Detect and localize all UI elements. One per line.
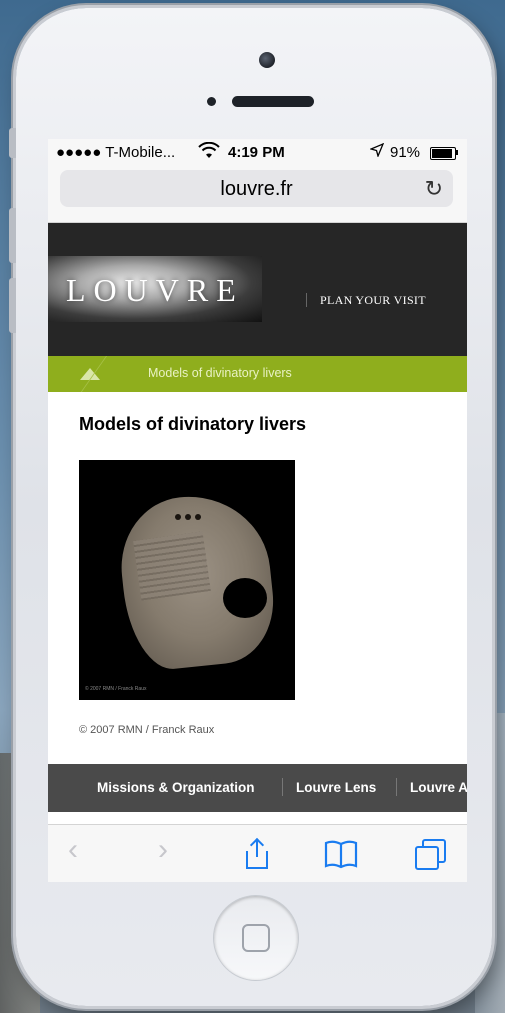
footer-link-louvre-abu-dhabi[interactable]: Louvre A xyxy=(410,780,467,795)
logo-text: LOUVRE xyxy=(66,272,244,308)
breadcrumb-current: Models of divinatory livers xyxy=(148,366,292,380)
battery-tip xyxy=(456,150,458,155)
battery-percent: 91% xyxy=(390,144,421,161)
clock: 4:19 PM xyxy=(228,144,285,161)
tablet-hole xyxy=(175,514,181,520)
phone-screen: ●●●●● T-Mobile... 4:19 PM 91% louvre.fr … xyxy=(48,139,467,882)
battery-fill xyxy=(432,149,453,158)
tablet-hole xyxy=(185,514,191,520)
wifi-icon xyxy=(198,141,220,164)
footer-nav: Missions & Organization Louvre Lens Louv… xyxy=(48,764,467,812)
tabs-icon-front xyxy=(415,846,439,870)
artwork-image[interactable]: © 2007 RMN / Franck Raux xyxy=(79,460,295,700)
tabs-icon[interactable] xyxy=(412,837,446,871)
reload-icon[interactable]: ↻ xyxy=(425,176,443,202)
battery-icon xyxy=(430,147,456,160)
footer-divider xyxy=(396,778,397,796)
address-bar-container: louvre.fr ↻ xyxy=(48,166,467,223)
location-arrow-icon xyxy=(369,142,385,161)
artwork-credit: © 2007 RMN / Franck Raux xyxy=(85,686,147,692)
share-icon-arrowhead xyxy=(249,837,265,853)
cuneiform-inscription xyxy=(133,531,211,601)
status-bar: ●●●●● T-Mobile... 4:19 PM 91% xyxy=(48,139,467,166)
mute-switch xyxy=(9,128,16,158)
footer-link-missions[interactable]: Missions & Organization xyxy=(97,780,255,795)
tablet-notch xyxy=(223,578,267,618)
image-copyright: © 2007 RMN / Franck Raux xyxy=(79,724,215,736)
footer-link-louvre-lens[interactable]: Louvre Lens xyxy=(296,780,376,795)
address-bar[interactable]: louvre.fr ↻ xyxy=(60,170,453,207)
safari-toolbar: ‹ › xyxy=(48,824,467,882)
forward-icon[interactable]: › xyxy=(158,835,168,865)
carrier-label: ●●●●● T-Mobile... xyxy=(56,144,176,161)
front-camera xyxy=(259,52,275,68)
volume-up-button xyxy=(9,208,16,263)
proximity-sensor xyxy=(207,97,216,106)
footer-divider xyxy=(282,778,283,796)
home-button[interactable] xyxy=(214,896,298,980)
plan-your-visit-link[interactable]: PLAN YOUR VISIT xyxy=(320,293,426,308)
header-divider xyxy=(306,293,307,307)
tablet-hole xyxy=(195,514,201,520)
url-text[interactable]: louvre.fr xyxy=(60,178,453,201)
louvre-logo[interactable]: LOUVRE xyxy=(48,256,262,322)
page-title: Models of divinatory livers xyxy=(79,414,307,434)
home-square-icon xyxy=(242,924,270,952)
bookmarks-icon[interactable] xyxy=(324,839,358,874)
site-header: LOUVRE PLAN YOUR VISIT xyxy=(48,223,467,356)
breadcrumb: Models of divinatory livers xyxy=(48,356,467,392)
share-icon[interactable] xyxy=(242,837,272,871)
earpiece-speaker xyxy=(232,96,314,107)
back-icon[interactable]: ‹ xyxy=(68,835,78,865)
volume-down-button xyxy=(9,278,16,333)
